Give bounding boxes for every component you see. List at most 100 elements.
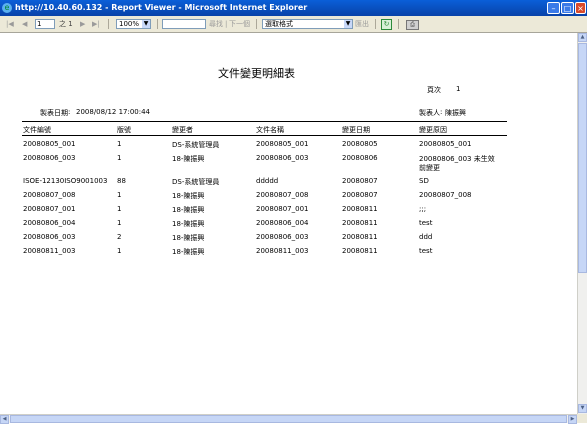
header-top-rule [22, 121, 507, 122]
toolbar-separator [375, 19, 376, 29]
maximize-button[interactable]: □ [561, 2, 574, 14]
chevron-down-icon: ▼ [344, 20, 352, 28]
col-changer-cell: DS-系統管理員 [172, 178, 220, 186]
col-doc-id-cell: 20080811_003 [23, 247, 76, 255]
title-bar: e http://10.40.60.132 - Report Viewer - … [0, 0, 587, 16]
col-version-cell: 1 [117, 205, 122, 213]
col-version-cell: 1 [117, 191, 122, 199]
col-doc-id-cell: 20080807_008 [23, 191, 76, 199]
col-reason-cell: 前變更 [419, 164, 440, 172]
col-doc-name-cell: 20080806_003 [256, 233, 309, 241]
col-reason-header: 變更原因 [419, 126, 447, 134]
scroll-down-icon[interactable]: ▼ [578, 404, 587, 413]
scroll-up-icon[interactable]: ▲ [578, 33, 587, 42]
find-separator: | [225, 20, 228, 28]
report-title: 文件變更明細表 [218, 67, 295, 80]
col-doc-id-cell: 20080806_004 [23, 219, 76, 227]
col-reason-cell: test [419, 219, 433, 227]
col-change-date-cell: 20080811 [342, 247, 378, 255]
col-changer-cell: 18-陳振興 [172, 206, 205, 214]
col-change-date-cell: 20080806 [342, 154, 378, 162]
col-changer-cell: 18-陳振興 [172, 248, 205, 256]
col-version-cell: 2 [117, 233, 122, 241]
chevron-down-icon: ▼ [142, 20, 150, 28]
col-reason-cell: SD [419, 177, 429, 185]
find-next-link[interactable]: 下一個 [229, 16, 250, 32]
col-doc-name-cell: 20080806_004 [256, 219, 309, 227]
col-change-date-cell: 20080807 [342, 177, 378, 185]
col-change-date-cell: 20080805 [342, 140, 378, 148]
col-changer-cell: DS-系統管理員 [172, 141, 220, 149]
col-change-date-cell: 20080811 [342, 219, 378, 227]
label-colon: : [440, 108, 443, 116]
creator-value: 陳振興 [445, 109, 466, 117]
print-date-value: 2008/08/12 17:00:44 [76, 108, 151, 116]
col-doc-name-cell: 20080807_008 [256, 191, 309, 199]
col-changer-cell: 18-陳振興 [172, 220, 205, 228]
col-reason-cell: 20080805_001 [419, 140, 472, 148]
print-icon[interactable]: ⎙ [406, 20, 419, 30]
col-change-date-cell: 20080811 [342, 233, 378, 241]
search-input[interactable] [162, 19, 206, 29]
export-format-value: 選取格式 [265, 20, 293, 28]
scroll-corner [577, 414, 587, 423]
first-page-button[interactable]: |◀ [6, 16, 14, 32]
col-doc-id-cell: 20080805_001 [23, 140, 76, 148]
col-reason-cell: ddd [419, 233, 433, 241]
report-canvas: 文件變更明細表 頁次 1 製表日期 : 2008/08/12 17:00:44 … [0, 33, 577, 414]
col-version-cell: 1 [117, 219, 122, 227]
col-doc-id-cell: 20080806_003 [23, 233, 76, 241]
toolbar-separator [108, 19, 109, 29]
col-changer-cell: 18-陳振興 [172, 234, 205, 242]
col-version-header: 版號 [117, 126, 131, 134]
col-doc-name-cell: 20080807_001 [256, 205, 309, 213]
prev-page-button[interactable]: ◀ [22, 16, 27, 32]
col-changer-header: 變更者 [172, 126, 193, 134]
print-date-label: 製表日期 [40, 109, 68, 117]
col-version-cell: 1 [117, 247, 122, 255]
col-doc-name-cell: 20080811_003 [256, 247, 309, 255]
label-colon: : [68, 108, 71, 116]
next-page-button[interactable]: ▶ [80, 16, 85, 32]
minimize-button[interactable]: – [547, 2, 560, 14]
refresh-icon[interactable]: ↻ [381, 19, 392, 30]
toolbar-separator [256, 19, 257, 29]
col-changer-cell: 18-陳振興 [172, 155, 205, 163]
col-reason-cell: test [419, 247, 433, 255]
close-button[interactable]: × [575, 2, 586, 14]
creator-label: 製表人 [419, 109, 440, 117]
col-doc-name-cell: 20080805_001 [256, 140, 309, 148]
horizontal-scroll-thumb[interactable] [10, 415, 567, 423]
col-doc-id-header: 文件編號 [23, 126, 51, 134]
col-reason-cell: 20080807_008 [419, 191, 472, 199]
page-label: 頁次 [427, 86, 441, 94]
ie-logo-icon: e [2, 3, 12, 13]
export-link[interactable]: 匯出 [355, 16, 369, 32]
find-link[interactable]: 尋找 [209, 16, 223, 32]
zoom-select[interactable]: 100% ▼ [116, 19, 151, 29]
col-doc-name-cell: 20080806_003 [256, 154, 309, 162]
col-changer-cell: 18-陳振興 [172, 192, 205, 200]
toolbar-separator [157, 19, 158, 29]
col-doc-id-cell: ISOE-12130ISO9001003 [23, 177, 108, 185]
vertical-scroll-thumb[interactable] [578, 43, 587, 273]
col-reason-cell: ;;; [419, 205, 427, 213]
col-version-cell: 88 [117, 177, 126, 185]
col-doc-id-cell: 20080806_003 [23, 154, 76, 162]
zoom-value: 100% [119, 20, 140, 28]
page-count-label: 之 1 [59, 20, 73, 28]
export-format-select[interactable]: 選取格式 ▼ [262, 19, 353, 29]
header-bottom-rule [22, 135, 507, 136]
last-page-button[interactable]: ▶| [92, 16, 100, 32]
col-change-date-cell: 20080807 [342, 191, 378, 199]
report-toolbar: |◀ ◀ 1 之 1 ▶ ▶| 100% ▼ 尋找 | 下一個 選取格式 ▼ 匯… [0, 16, 587, 33]
vertical-scrollbar[interactable]: ▲ ▼ [577, 33, 587, 414]
col-doc-id-cell: 20080807_001 [23, 205, 76, 213]
toolbar-separator [398, 19, 399, 29]
col-version-cell: 1 [117, 140, 122, 148]
col-doc-name-header: 文件名稱 [256, 126, 284, 134]
horizontal-scrollbar[interactable]: ◀ ▶ [0, 414, 577, 424]
window-title: http://10.40.60.132 - Report Viewer - Mi… [15, 3, 308, 12]
col-change-date-cell: 20080811 [342, 205, 378, 213]
page-number-input[interactable]: 1 [35, 19, 55, 29]
